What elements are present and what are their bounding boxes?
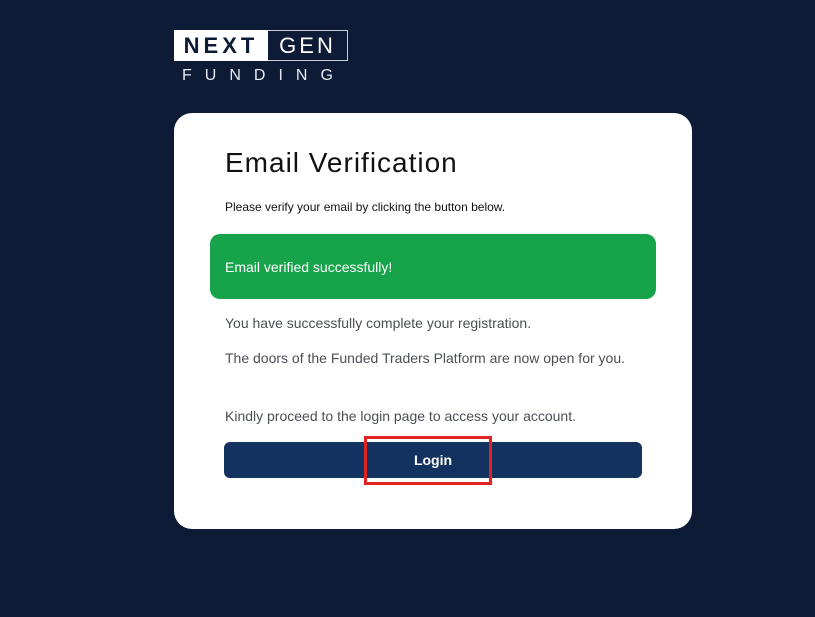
login-button[interactable]: Login xyxy=(224,442,642,478)
proceed-login-message: Kindly proceed to the login page to acce… xyxy=(225,408,576,424)
platform-open-message: The doors of the Funded Traders Platform… xyxy=(225,350,625,366)
logo-next-text: NEXT xyxy=(174,30,268,61)
success-alert-text: Email verified successfully! xyxy=(225,258,393,275)
verification-card: Email Verification Please verify your em… xyxy=(174,113,692,529)
logo-gen-text: GEN xyxy=(268,30,348,61)
success-alert: Email verified successfully! xyxy=(210,234,656,299)
page-subtitle: Please verify your email by clicking the… xyxy=(225,200,506,214)
logo-funding-text: FUNDING xyxy=(182,67,346,84)
registration-message: You have successfully complete your regi… xyxy=(225,315,532,331)
logo-wordmark: NEXT GEN xyxy=(174,30,348,61)
page-title: Email Verification xyxy=(225,147,458,178)
nextgen-funding-logo: NEXT GEN FUNDING xyxy=(174,30,348,86)
